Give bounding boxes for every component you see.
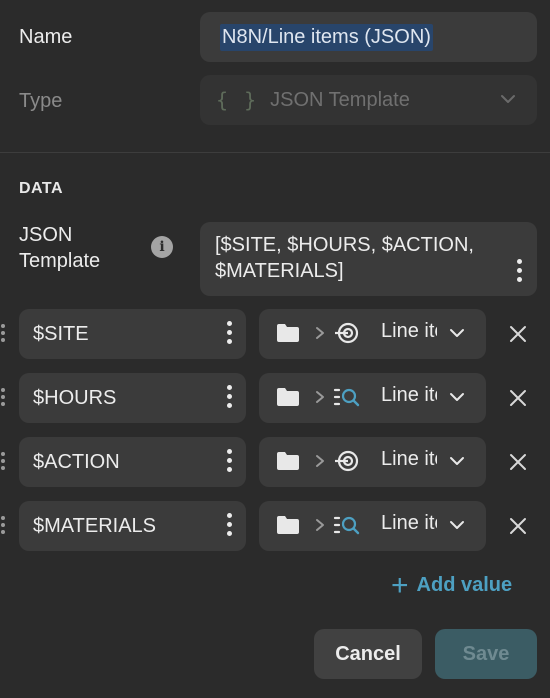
cancel-button[interactable]: Cancel: [314, 629, 422, 679]
type-label: Type: [19, 90, 63, 112]
name-field[interactable]: N8N/Line items (JSON): [200, 12, 537, 62]
plus-icon: +: [391, 568, 409, 602]
variable-name-field[interactable]: $HOURS: [19, 373, 246, 423]
braces-icon: { }: [216, 88, 259, 112]
variable-path-select[interactable]: Line items: [259, 501, 486, 551]
drag-handle-icon[interactable]: [1, 516, 5, 534]
divider: [0, 152, 550, 153]
folder-icon: [275, 450, 301, 477]
type-select-value: JSON Template: [270, 88, 410, 111]
variable-name: $ACTION: [33, 450, 120, 473]
chevron-down-icon: [501, 95, 515, 103]
json-template-value: [$SITE, $HOURS, $ACTION, $MATERIALS]: [215, 234, 474, 282]
variable-name-field[interactable]: $SITE: [19, 309, 246, 359]
remove-variable-icon[interactable]: [509, 389, 527, 407]
chevron-right-icon: [301, 452, 333, 475]
type-select: { } JSON Template: [200, 75, 537, 125]
drag-handle-icon[interactable]: [1, 388, 5, 406]
variable-name: $SITE: [33, 322, 89, 345]
folder-icon: [275, 322, 301, 349]
json-template-more-icon[interactable]: [517, 259, 522, 282]
list-search-icon: [333, 513, 361, 542]
remove-variable-icon[interactable]: [509, 453, 527, 471]
drag-handle-icon[interactable]: [1, 324, 5, 342]
variable-more-icon[interactable]: [227, 385, 232, 408]
chevron-right-icon: [301, 388, 333, 411]
variable-path-label: Line items: [381, 512, 437, 534]
variable-name-field[interactable]: $MATERIALS: [19, 501, 246, 551]
remove-variable-icon[interactable]: [509, 325, 527, 343]
folder-icon: [275, 386, 301, 413]
variable-name: $HOURS: [33, 386, 117, 409]
folder-icon: [275, 514, 301, 541]
save-button[interactable]: Save: [435, 629, 537, 679]
name-field-value: N8N/Line items (JSON): [220, 23, 433, 51]
chevron-right-icon: [301, 516, 333, 539]
section-title-data: DATA: [19, 180, 64, 197]
variable-name: $MATERIALS: [33, 514, 156, 537]
variable-path-select[interactable]: Line items: [259, 437, 486, 487]
variable-more-icon[interactable]: [227, 513, 232, 536]
variable-path-label: Line items: [381, 448, 437, 470]
list-search-icon: [333, 385, 361, 414]
variable-name-field[interactable]: $ACTION: [19, 437, 246, 487]
json-template-field[interactable]: [$SITE, $HOURS, $ACTION, $MATERIALS]: [200, 222, 537, 296]
variable-path-select[interactable]: Line items: [259, 373, 486, 423]
variable-path-select[interactable]: Line items: [259, 309, 486, 359]
chevron-right-icon: [301, 324, 333, 347]
drag-handle-icon[interactable]: [1, 452, 5, 470]
name-label: Name: [19, 26, 73, 48]
target-icon: [333, 321, 361, 350]
variable-more-icon[interactable]: [227, 321, 232, 344]
variable-path-label: Line items: [381, 384, 437, 406]
variable-more-icon[interactable]: [227, 449, 232, 472]
info-icon[interactable]: i: [151, 236, 173, 258]
remove-variable-icon[interactable]: [509, 517, 527, 535]
add-value-button[interactable]: + Add value: [391, 568, 513, 602]
json-template-label: JSON Template: [19, 224, 101, 272]
add-value-label: Add value: [416, 574, 513, 596]
target-icon: [333, 449, 361, 478]
variable-path-label: Line items: [381, 320, 437, 342]
